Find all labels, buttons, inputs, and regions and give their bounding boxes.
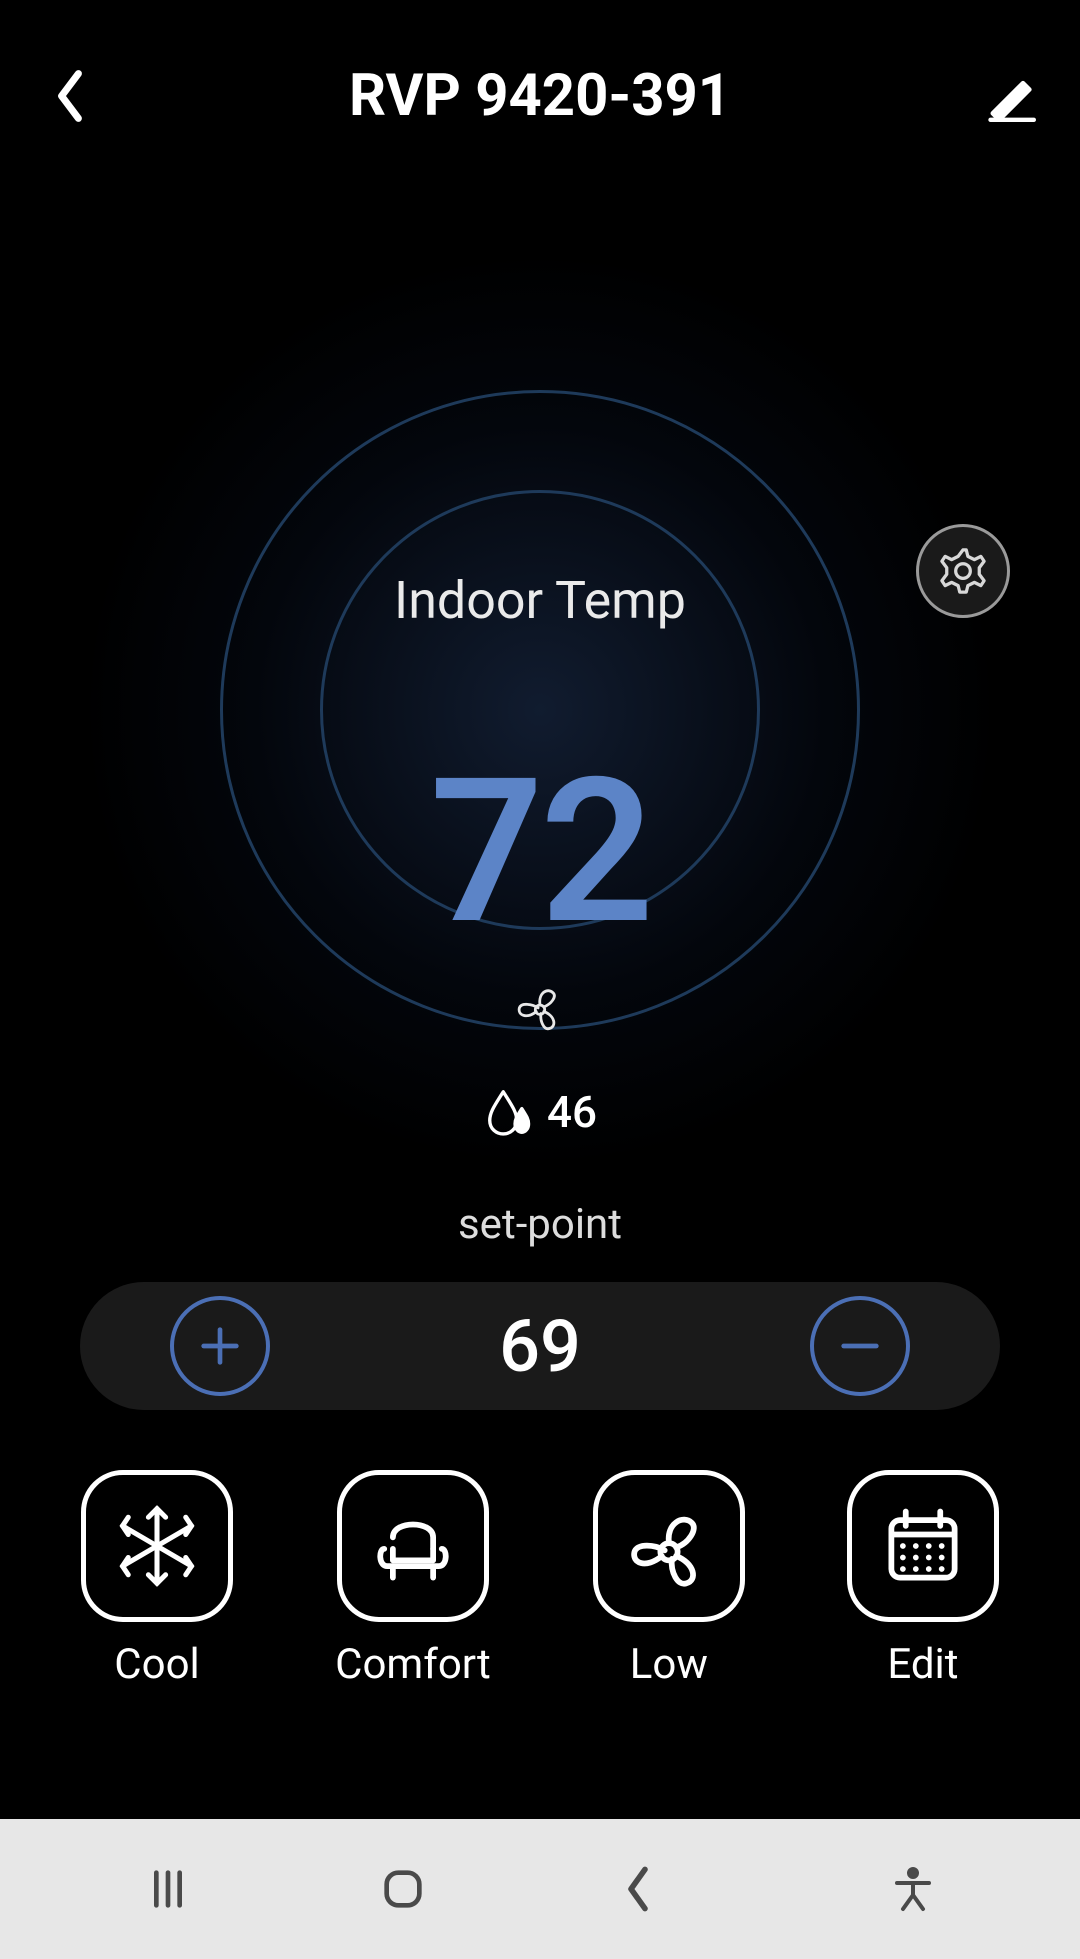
setpoint-value: 69 bbox=[499, 1304, 581, 1389]
pencil-icon bbox=[984, 70, 1036, 122]
mode-comfort-box bbox=[337, 1470, 489, 1622]
chevron-left-icon bbox=[53, 68, 87, 124]
mode-cool[interactable]: Cool bbox=[81, 1470, 233, 1689]
gear-icon bbox=[937, 545, 989, 597]
nav-accessibility-button[interactable] bbox=[853, 1849, 973, 1929]
fan-status-icon bbox=[510, 976, 570, 1036]
mode-edit[interactable]: Edit bbox=[847, 1470, 999, 1689]
chevron-left-icon bbox=[618, 1861, 658, 1917]
calendar-icon bbox=[877, 1500, 969, 1592]
fan-icon bbox=[510, 976, 570, 1036]
mode-cool-box bbox=[81, 1470, 233, 1622]
setpoint-increase-button[interactable] bbox=[170, 1296, 270, 1396]
accessibility-icon bbox=[889, 1865, 937, 1913]
mode-edit-box bbox=[847, 1470, 999, 1622]
setpoint-label: set-point bbox=[0, 1200, 1080, 1249]
mode-low-box bbox=[593, 1470, 745, 1622]
nav-back-button[interactable] bbox=[578, 1849, 698, 1929]
recent-apps-icon bbox=[140, 1861, 196, 1917]
snowflake-icon bbox=[111, 1500, 203, 1592]
humidity-icon bbox=[483, 1085, 537, 1139]
page-title: RVP 9420-391 bbox=[100, 62, 980, 130]
settings-button[interactable] bbox=[916, 524, 1010, 618]
setpoint-decrease-button[interactable] bbox=[810, 1296, 910, 1396]
nav-recent-button[interactable] bbox=[108, 1849, 228, 1929]
armchair-icon bbox=[367, 1500, 459, 1592]
header: RVP 9420-391 bbox=[0, 36, 1080, 156]
setpoint-control: 69 bbox=[80, 1282, 1000, 1410]
back-button[interactable] bbox=[40, 66, 100, 126]
mode-comfort-label: Comfort bbox=[335, 1640, 491, 1689]
indoor-temp-value: 72 bbox=[0, 752, 1080, 952]
edit-button[interactable] bbox=[980, 66, 1040, 126]
fan-icon bbox=[623, 1500, 715, 1592]
mode-low[interactable]: Low bbox=[593, 1470, 745, 1689]
mode-row: Cool Comfort bbox=[0, 1470, 1080, 1689]
mode-cool-label: Cool bbox=[114, 1640, 199, 1689]
nav-home-button[interactable] bbox=[343, 1849, 463, 1929]
mode-low-label: Low bbox=[630, 1640, 708, 1689]
mode-comfort[interactable]: Comfort bbox=[335, 1470, 491, 1689]
humidity-row: 46 bbox=[483, 1085, 597, 1139]
plus-icon bbox=[192, 1318, 248, 1374]
home-pill-icon bbox=[375, 1861, 431, 1917]
mode-edit-label: Edit bbox=[887, 1640, 958, 1689]
thermostat-dial: Indoor Temp 72 46 bbox=[0, 260, 1080, 1160]
minus-icon bbox=[832, 1318, 888, 1374]
android-navbar bbox=[0, 1819, 1080, 1959]
humidity-value: 46 bbox=[547, 1086, 597, 1138]
